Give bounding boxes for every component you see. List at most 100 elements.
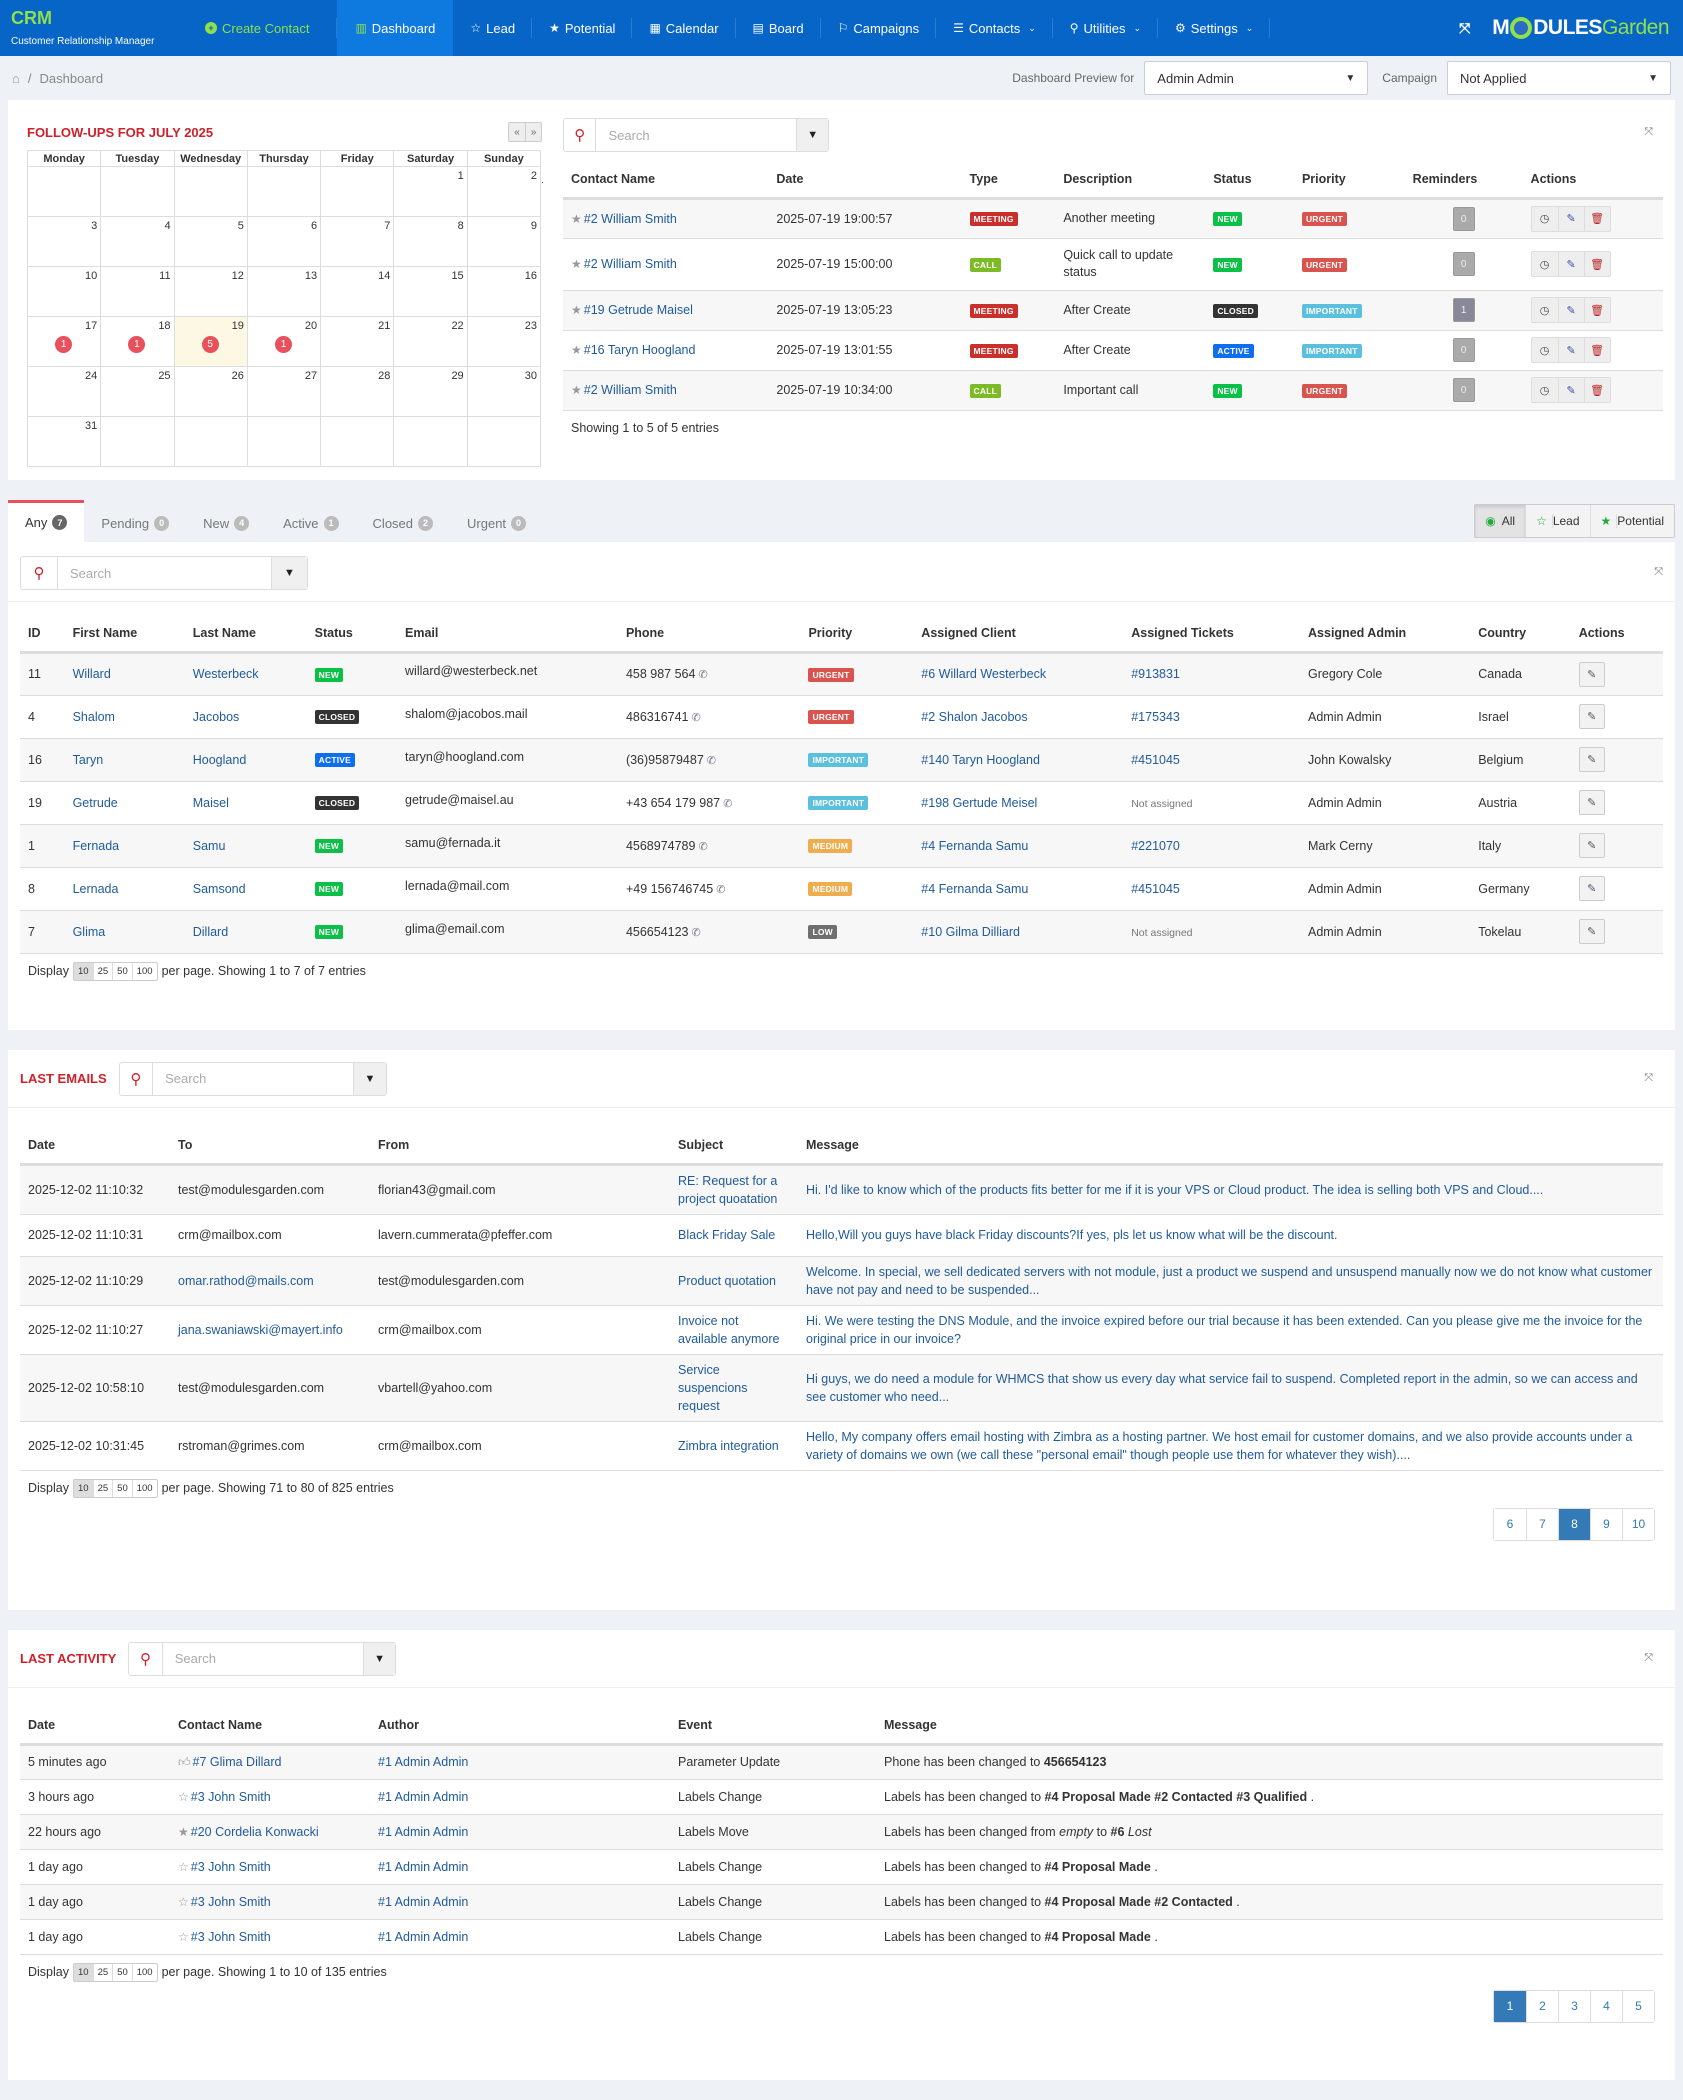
whatsapp-icon[interactable]: ✆ [707, 755, 716, 767]
whatsapp-icon[interactable]: ✆ [698, 841, 707, 853]
expand-icon[interactable]: ⤧ [1654, 566, 1663, 579]
calendar-day[interactable]: 13 [246, 266, 322, 317]
calendar-day[interactable]: 15 [393, 266, 468, 317]
column-header-author[interactable]: Author [370, 1708, 670, 1746]
per-page-option[interactable]: 25 [92, 1963, 113, 1981]
column-header-contact-name[interactable]: Contact Name [170, 1708, 370, 1746]
first-name-link[interactable]: Willard [73, 667, 111, 681]
calendar-day[interactable]: 4 [100, 216, 175, 267]
per-page-option[interactable]: 100 [131, 1963, 157, 1981]
contact-link[interactable]: #16 Taryn Hoogland [584, 343, 696, 357]
last-name-link[interactable]: Samsond [193, 882, 246, 896]
edit-icon[interactable]: ✎ [1578, 704, 1605, 729]
email-subject-link[interactable]: Black Friday Sale [678, 1228, 775, 1242]
page-button[interactable]: 3 [1558, 1990, 1590, 2022]
email-subject-link[interactable]: Invoice not available anymore [678, 1314, 779, 1346]
email-message-link[interactable]: Hi. I'd like to know which of the produc… [806, 1183, 1543, 1197]
page-button[interactable]: 10 [1622, 1508, 1654, 1540]
column-header-message[interactable]: Message [798, 1128, 1663, 1166]
nav-dashboard[interactable]: ▥ Dashboard [337, 0, 454, 56]
activity-contact-link[interactable]: #3 John Smith [191, 1860, 271, 1874]
column-header-reminders[interactable]: Reminders [1404, 162, 1523, 200]
calendar-day[interactable]: 5 [173, 216, 248, 267]
per-page-option[interactable]: 10 [74, 962, 93, 980]
last-name-link[interactable]: Maisel [193, 796, 229, 810]
column-header-date[interactable]: Date [20, 1708, 170, 1746]
calendar-day[interactable]: 7 [320, 216, 395, 267]
activity-contact-link[interactable]: #3 John Smith [191, 1895, 271, 1909]
first-name-link[interactable]: Taryn [73, 753, 104, 767]
ticket-link[interactable]: #913831 [1131, 667, 1180, 681]
calendar-day[interactable]: 26 [173, 366, 248, 417]
followup-count-badge[interactable]: 1 [128, 336, 146, 353]
assigned-client-link[interactable]: #4 Fernanda Samu [921, 839, 1028, 853]
calendar-day[interactable]: 31 [26, 416, 102, 467]
email-message-link[interactable]: Hello, My company offers email hosting w… [806, 1430, 1632, 1462]
whatsapp-icon[interactable]: ✆ [692, 712, 701, 724]
column-header-email[interactable]: Email [397, 616, 618, 654]
email-subject-link[interactable]: Zimbra integration [678, 1439, 779, 1453]
calendar-day[interactable]: 18 1 [100, 316, 175, 367]
column-header-priority[interactable]: Priority [800, 616, 914, 654]
tab-urgent[interactable]: Urgent 0 [450, 504, 543, 542]
edit-icon[interactable]: ✎ [1578, 919, 1605, 944]
preview-admin-select[interactable]: Admin Admin ▼ [1144, 61, 1369, 95]
calendar-next-button[interactable]: » [525, 123, 541, 141]
calendar-day[interactable]: 10 [26, 266, 102, 317]
contact-link[interactable]: #19 Getrude Maisel [584, 303, 693, 317]
tab-pending[interactable]: Pending 0 [84, 504, 186, 542]
trash-icon[interactable]: 🗑︎ [1583, 206, 1610, 231]
nav-contacts[interactable]: ☰ Contacts ⌄ [936, 0, 1053, 56]
pencil-icon[interactable]: ✎ [1557, 298, 1584, 322]
column-header-type[interactable]: Type [961, 162, 1056, 200]
calendar-day[interactable]: 2 [466, 166, 542, 217]
whatsapp-icon[interactable]: ✆ [692, 927, 701, 939]
calendar-day[interactable]: 21 [320, 316, 395, 367]
calendar-day[interactable]: 17 1 [26, 316, 102, 367]
calendar-day[interactable]: 22 [393, 316, 468, 367]
tab-closed[interactable]: Closed 2 [356, 504, 450, 542]
column-header-assigned-client[interactable]: Assigned Client [913, 616, 1124, 654]
tab-active[interactable]: Active 1 [266, 504, 355, 542]
last-name-link[interactable]: Westerbeck [193, 667, 259, 681]
page-button[interactable]: 7 [1526, 1508, 1558, 1540]
reminders-count[interactable]: 0 [1452, 206, 1475, 231]
calendar-day[interactable]: 16 [466, 266, 542, 317]
page-button[interactable]: 4 [1590, 1990, 1622, 2022]
clock-icon[interactable]: ◷ [1532, 252, 1558, 276]
reminders-count[interactable]: 0 [1452, 338, 1475, 362]
edit-icon[interactable]: ✎ [1578, 833, 1605, 858]
page-button[interactable]: 1 [1494, 1990, 1526, 2022]
calendar-prev-button[interactable]: « [509, 123, 525, 141]
home-icon[interactable]: ⌂ [12, 71, 20, 86]
activity-author-link[interactable]: #1 Admin Admin [378, 1825, 468, 1839]
trash-icon[interactable]: 🗑︎ [1583, 298, 1610, 322]
edit-icon[interactable]: ✎ [1578, 790, 1605, 815]
per-page-option[interactable]: 25 [92, 962, 113, 980]
followup-count-badge[interactable]: 1 [274, 336, 292, 353]
first-name-link[interactable]: Getrude [73, 796, 118, 810]
reminders-count[interactable]: 0 [1452, 378, 1475, 402]
filter-all[interactable]: ◉ All [1475, 505, 1526, 537]
calendar-day[interactable]: 20 1 [246, 316, 322, 367]
first-name-link[interactable]: Shalom [73, 710, 115, 724]
column-header-event[interactable]: Event [670, 1708, 876, 1746]
email-subject-link[interactable]: Product quotation [678, 1274, 776, 1288]
activity-search-input[interactable] [162, 1642, 363, 1675]
calendar-day[interactable]: 11 [100, 266, 175, 317]
nav-calendar[interactable]: ▦ Calendar [632, 0, 736, 56]
per-page-option[interactable]: 100 [131, 1479, 157, 1497]
column-header-description[interactable]: Description [1055, 162, 1206, 200]
per-page-option[interactable]: 50 [112, 962, 132, 980]
column-header-assigned-tickets[interactable]: Assigned Tickets [1123, 616, 1301, 654]
trash-icon[interactable]: 🗑︎ [1583, 378, 1610, 402]
contact-link[interactable]: #2 William Smith [584, 383, 677, 397]
filter-icon[interactable]: ▼ [353, 1062, 386, 1095]
calendar-day[interactable]: 6 [246, 216, 322, 267]
edit-icon[interactable]: ✎ [1578, 661, 1605, 687]
column-header-actions[interactable]: Actions [1570, 616, 1663, 654]
column-header-priority[interactable]: Priority [1293, 162, 1405, 200]
contact-link[interactable]: #2 William Smith [584, 212, 677, 226]
filter-icon[interactable]: ▼ [362, 1642, 396, 1675]
email-subject-link[interactable]: RE: Request for a project quoatation [678, 1174, 777, 1206]
